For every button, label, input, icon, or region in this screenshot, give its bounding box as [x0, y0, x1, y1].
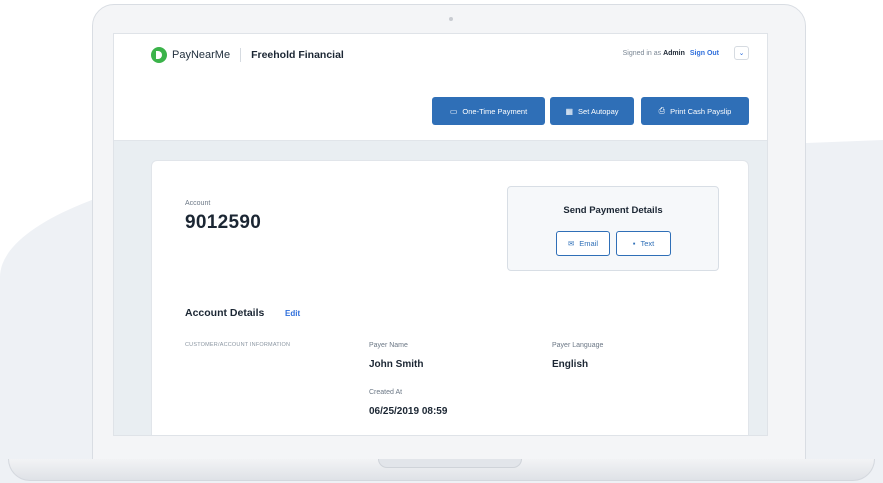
signed-in-status: Signed in as Admin Sign Out	[623, 50, 719, 57]
send-text-button[interactable]: ▪ Text	[616, 231, 671, 256]
send-payment-details-panel: Send Payment Details ✉ Email ▪ Text	[507, 186, 719, 271]
one-time-payment-label: One-Time Payment	[462, 106, 528, 116]
send-email-button[interactable]: ✉ Email	[556, 231, 610, 256]
printer-icon: ⎙	[658, 106, 666, 115]
paynearme-logo-icon	[151, 47, 167, 63]
customer-account-info-label: CUSTOMER/ACCOUNT INFORMATION	[185, 342, 291, 348]
send-email-label: Email	[579, 239, 599, 248]
chevron-down-icon: ⌄	[738, 50, 745, 57]
send-text-label: Text	[640, 239, 655, 248]
payer-name-label: Payer Name	[369, 342, 408, 349]
one-time-payment-button[interactable]: ▭ One-Time Payment	[432, 97, 545, 125]
calendar-icon: ▦	[565, 106, 574, 116]
account-number: 9012590	[185, 212, 262, 233]
envelope-icon: ✉	[567, 239, 575, 248]
credit-card-icon: ▭	[449, 106, 458, 116]
account-label: Account	[185, 200, 211, 207]
header-divider	[240, 48, 242, 62]
payer-language-value: English	[552, 359, 589, 370]
signed-in-prefix: Signed in as	[622, 50, 662, 57]
signed-in-user: Admin	[663, 50, 685, 57]
chat-bubble-icon: ▪	[632, 239, 636, 248]
account-menu-button[interactable]: ⌄	[734, 46, 749, 60]
print-cash-payslip-button[interactable]: ⎙ Print Cash Payslip	[641, 97, 749, 125]
print-cash-payslip-label: Print Cash Payslip	[670, 106, 732, 116]
created-at-label: Created At	[369, 389, 403, 396]
top-bar: PayNearMe Freehold Financial Signed in a…	[114, 34, 767, 141]
account-details-title: Account Details	[185, 307, 265, 319]
payer-language-label: Payer Language	[552, 342, 604, 349]
send-payment-details-title: Send Payment Details	[563, 205, 663, 216]
sign-out-link[interactable]: Sign Out	[690, 50, 719, 57]
app-screen: PayNearMe Freehold Financial Signed in a…	[113, 33, 768, 436]
account-card: Account 9012590 Send Payment Details ✉ E…	[151, 160, 749, 435]
created-at-value: 06/25/2019 08:59	[369, 406, 448, 417]
set-autopay-button[interactable]: ▦ Set Autopay	[550, 97, 634, 125]
set-autopay-label: Set Autopay	[578, 106, 619, 116]
laptop-notch	[378, 459, 522, 468]
company-name: Freehold Financial	[251, 49, 344, 61]
payer-name-value: John Smith	[369, 359, 424, 370]
brand-name: PayNearMe	[172, 49, 231, 61]
laptop-camera	[449, 17, 453, 21]
brand-logo[interactable]: PayNearMe Freehold Financial	[151, 46, 344, 64]
edit-account-details-link[interactable]: Edit	[285, 309, 300, 318]
